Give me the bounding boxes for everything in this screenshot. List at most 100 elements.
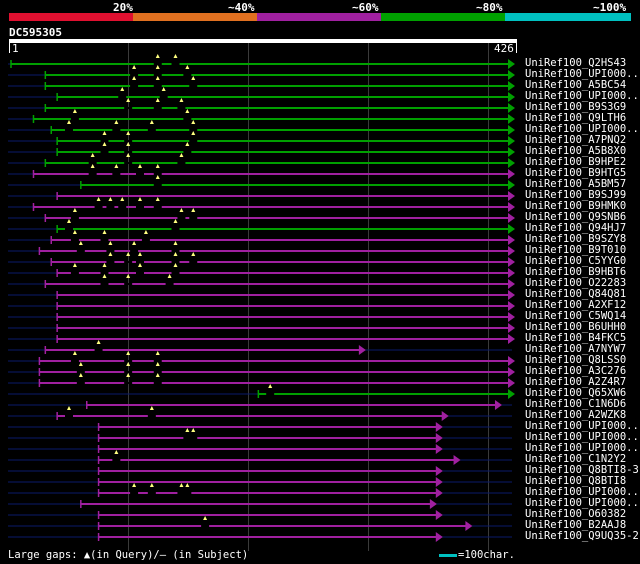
gap-marker bbox=[185, 109, 190, 113]
gap-marker bbox=[191, 208, 196, 212]
gap-marker bbox=[114, 450, 119, 454]
gap-marker bbox=[132, 483, 137, 487]
gap-marker bbox=[268, 384, 273, 388]
gap-marker bbox=[78, 362, 83, 366]
gap-marker bbox=[102, 142, 107, 146]
gap-marker bbox=[132, 241, 137, 245]
hit-arrow bbox=[435, 433, 443, 443]
gap-marker bbox=[78, 373, 83, 377]
gap-marker bbox=[126, 131, 131, 135]
gap-marker bbox=[132, 76, 137, 80]
hit-arrow bbox=[508, 334, 515, 344]
gap-marker bbox=[149, 406, 154, 410]
gap-marker bbox=[90, 153, 95, 157]
gap-marker bbox=[185, 428, 190, 432]
hit-arrow bbox=[508, 367, 515, 377]
hit-arrow bbox=[508, 257, 515, 267]
gap-marker bbox=[179, 208, 184, 212]
gap-marker bbox=[155, 197, 160, 201]
hit-arrow bbox=[508, 158, 515, 168]
gap-marker bbox=[126, 98, 131, 102]
gap-marker bbox=[179, 98, 184, 102]
gap-marker bbox=[149, 483, 154, 487]
gap-marker bbox=[72, 208, 77, 212]
gap-marker bbox=[143, 230, 148, 234]
hit-arrow bbox=[429, 499, 437, 509]
gap-marker bbox=[173, 252, 178, 256]
gap-marker bbox=[126, 351, 131, 355]
gap-marker bbox=[191, 76, 196, 80]
hit-arrow bbox=[508, 246, 515, 256]
gap-marker bbox=[108, 252, 113, 256]
hit-arrow bbox=[508, 114, 515, 124]
gap-marker bbox=[72, 263, 77, 267]
gap-marker bbox=[126, 362, 131, 366]
gap-marker bbox=[179, 153, 184, 157]
gap-marker bbox=[126, 142, 131, 146]
hit-arrow bbox=[435, 510, 443, 520]
gap-marker bbox=[161, 87, 166, 91]
gap-marker bbox=[114, 120, 119, 124]
hit-arrow bbox=[508, 202, 515, 212]
gap-marker bbox=[120, 197, 125, 201]
length-scale-label: =100char. bbox=[458, 549, 515, 561]
gap-marker bbox=[173, 263, 178, 267]
hit-arrow bbox=[435, 488, 443, 498]
gap-marker bbox=[102, 263, 107, 267]
hit-arrow bbox=[465, 521, 473, 531]
gap-marker bbox=[96, 340, 101, 344]
gap-marker bbox=[173, 241, 178, 245]
gap-marker bbox=[138, 252, 143, 256]
gap-marker bbox=[90, 164, 95, 168]
hit-arrow bbox=[435, 532, 443, 542]
hit-name-link[interactable]: UniRef100_Q9UQ35-2 bbox=[525, 531, 639, 542]
gap-marker bbox=[72, 230, 77, 234]
hit-arrow bbox=[508, 301, 515, 311]
gap-marker bbox=[114, 164, 119, 168]
gap-marker bbox=[108, 197, 113, 201]
hit-arrow bbox=[508, 70, 515, 80]
gap-marker bbox=[191, 131, 196, 135]
gap-marker bbox=[66, 120, 71, 124]
gap-marker bbox=[126, 274, 131, 278]
gap-marker bbox=[149, 120, 154, 124]
hit-arrow bbox=[508, 279, 515, 289]
gap-marker bbox=[138, 197, 143, 201]
gap-marker bbox=[120, 87, 125, 91]
gap-marker bbox=[155, 164, 160, 168]
gap-marker bbox=[66, 219, 71, 223]
hit-arrow bbox=[508, 81, 515, 91]
gap-marker bbox=[132, 65, 137, 69]
gap-marker bbox=[185, 65, 190, 69]
hit-arrow bbox=[358, 345, 366, 355]
gap-marker bbox=[155, 351, 160, 355]
gap-marker bbox=[126, 153, 131, 157]
gap-marker bbox=[155, 76, 160, 80]
hit-arrow bbox=[435, 444, 443, 454]
hit-arrow bbox=[508, 268, 515, 278]
hit-arrow bbox=[508, 169, 515, 179]
gap-marker bbox=[155, 98, 160, 102]
hit-arrow bbox=[441, 411, 449, 421]
gap-marker bbox=[191, 252, 196, 256]
hit-arrow bbox=[508, 103, 515, 113]
gap-marker bbox=[173, 54, 178, 58]
hit-arrow bbox=[508, 180, 515, 190]
length-scale-line bbox=[439, 554, 457, 557]
gap-marker bbox=[155, 65, 160, 69]
gap-marker bbox=[102, 230, 107, 234]
hit-arrow bbox=[508, 312, 515, 322]
gap-marker bbox=[155, 54, 160, 58]
hit-arrow bbox=[508, 389, 515, 399]
hit-arrow bbox=[508, 136, 515, 146]
gap-marker bbox=[96, 197, 101, 201]
hit-arrow bbox=[508, 125, 515, 135]
hit-arrow bbox=[508, 191, 515, 201]
hit-arrow bbox=[508, 59, 515, 69]
gap-marker bbox=[167, 274, 172, 278]
gap-marker bbox=[179, 483, 184, 487]
hit-arrow bbox=[508, 356, 515, 366]
hit-arrow bbox=[494, 400, 502, 410]
hit-arrow bbox=[435, 422, 443, 432]
gap-marker bbox=[191, 428, 196, 432]
